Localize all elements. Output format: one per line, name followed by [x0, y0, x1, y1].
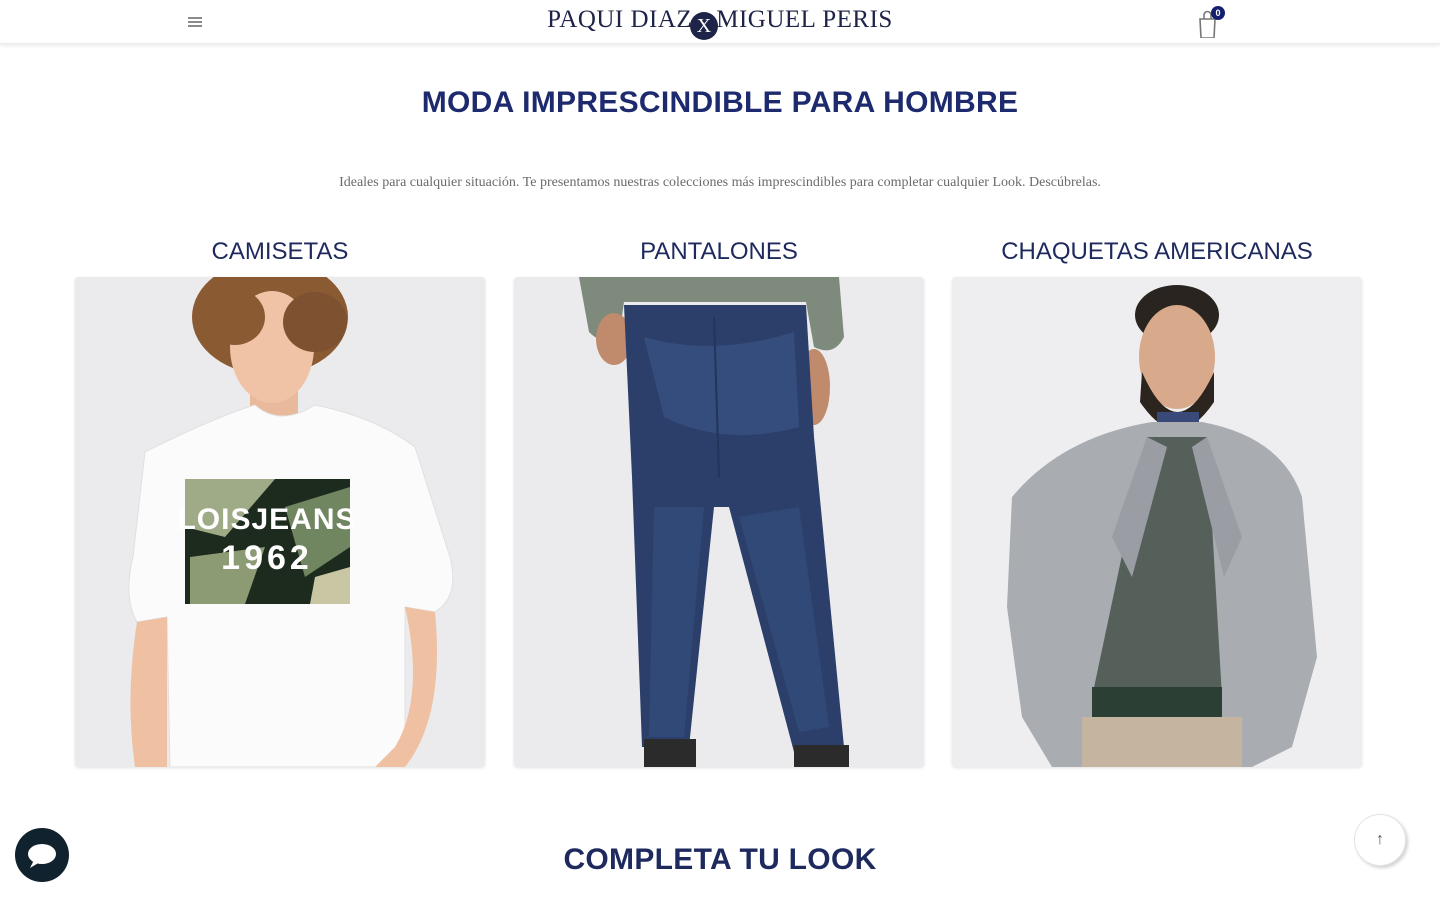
category-title-pantalones[interactable]: PANTALONES: [514, 238, 924, 266]
category-title-camisetas[interactable]: CAMISETAS: [75, 238, 485, 266]
logo-mark: X: [690, 12, 719, 40]
chat-bubble-icon: [28, 844, 56, 868]
category-title-chaquetas[interactable]: CHAQUETAS AMERICANAS: [952, 238, 1362, 266]
tshirt-print-top: LOISJEANS: [177, 503, 356, 536]
cart-button[interactable]: 0: [1196, 6, 1230, 39]
jeans-model-image: [514, 277, 924, 767]
chat-button[interactable]: [15, 828, 69, 882]
scroll-to-top-button[interactable]: ↑: [1354, 814, 1406, 866]
section-title: MODA IMPRESCINDIBLE PARA HOMBRE: [421, 86, 1019, 119]
tshirt-print-bottom: 1962: [221, 539, 313, 577]
category-card-camisetas[interactable]: LOISJEANS 1962: [75, 277, 485, 767]
site-header: PAQUI DIAZ X MIGUEL PERIS 0: [0, 0, 1440, 44]
section-subtitle: Ideales para cualquier situación. Te pre…: [339, 175, 1101, 190]
logo-text-right: MIGUEL PERIS: [716, 6, 893, 33]
logo-text-left: PAQUI DIAZ: [547, 6, 693, 33]
complete-look-title: COMPLETA TU LOOK: [563, 843, 877, 876]
cart-count-badge: 0: [1211, 6, 1225, 20]
category-card-pantalones[interactable]: [514, 277, 924, 767]
category-card-chaquetas[interactable]: [952, 277, 1362, 767]
tshirt-model-image: LOISJEANS 1962: [75, 277, 485, 767]
blazer-model-image: [952, 277, 1362, 767]
